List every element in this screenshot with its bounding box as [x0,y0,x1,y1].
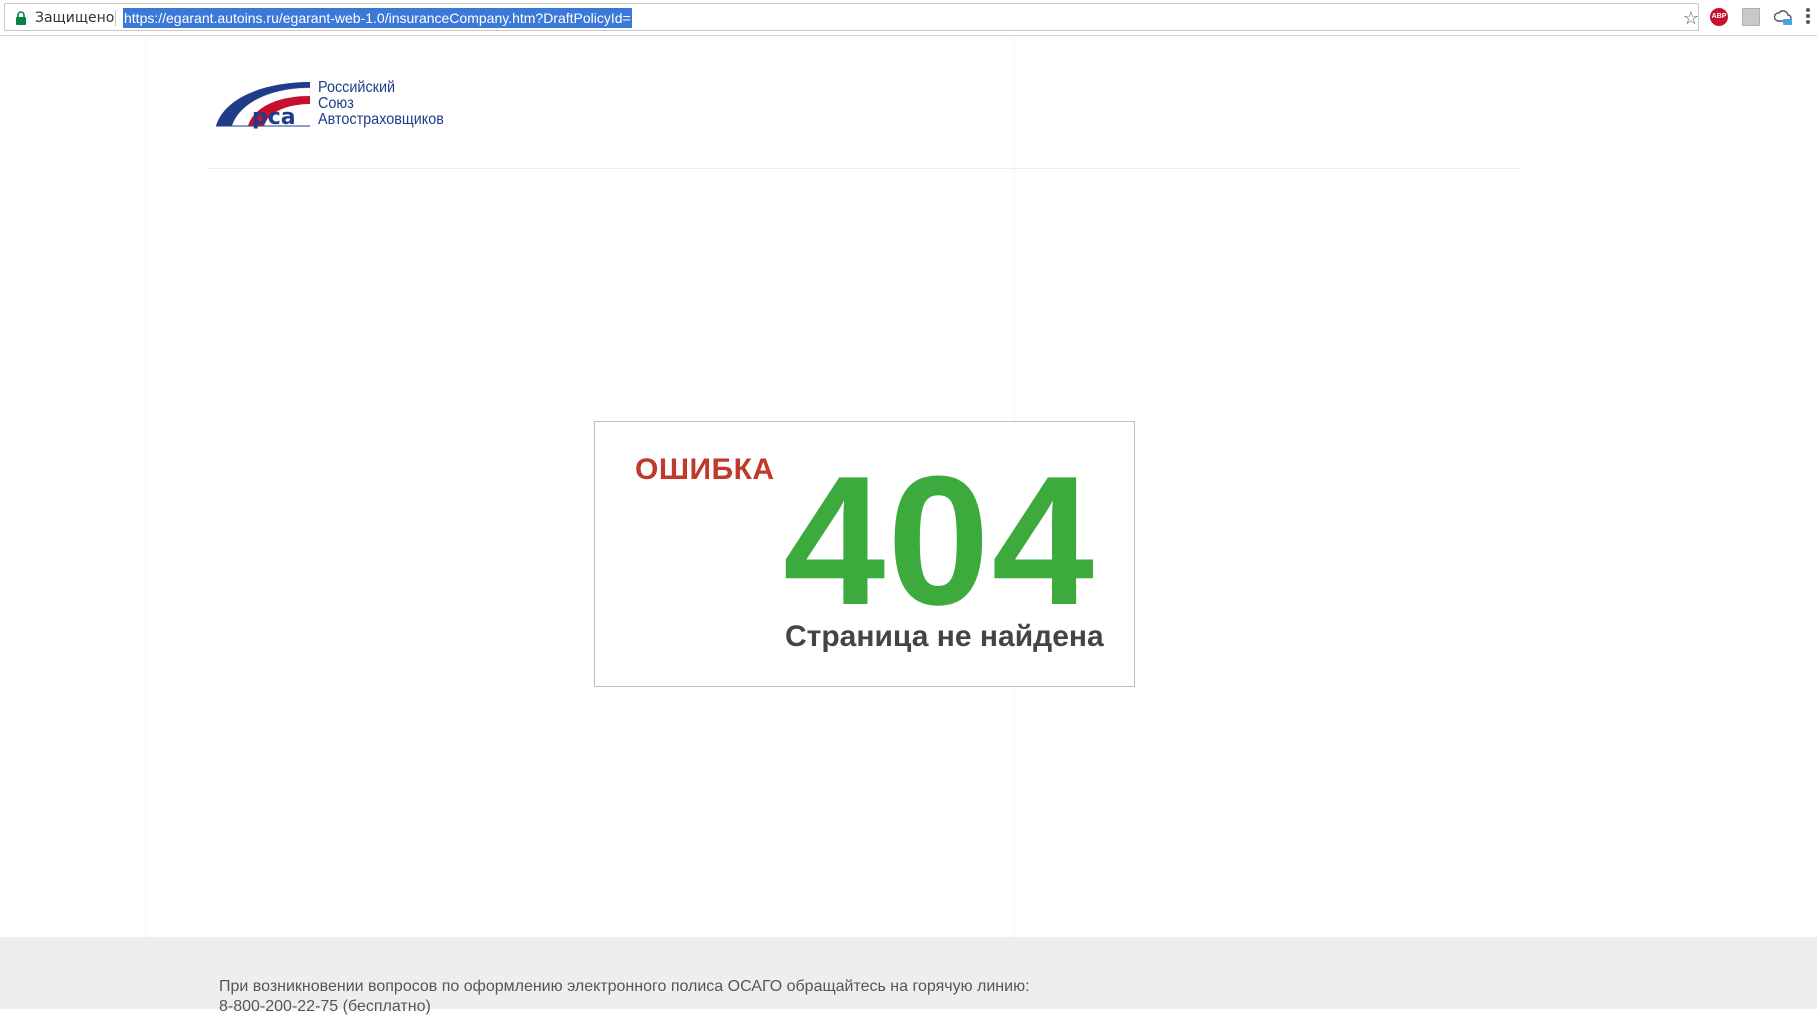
logo-line-3: Автостраховщиков [318,111,444,128]
error-message: Страница не найдена [785,620,1104,653]
error-box: ОШИБКА 404 Страница не найдена [594,421,1135,687]
url-text[interactable]: https://egarant.autoins.ru/egarant-web-1… [123,8,632,28]
adblock-icon[interactable]: ABP [1710,8,1728,26]
footer-text: При возникновении вопросов по оформлению… [219,977,1030,1017]
extension-icon[interactable] [1742,8,1760,26]
site-footer: При возникновении вопросов по оформлению… [0,937,1817,1015]
hotline-notice: При возникновении вопросов по оформлению… [219,978,1030,995]
menu-icon[interactable] [1806,7,1812,27]
browser-toolbar: Защищено https://egarant.autoins.ru/egar… [0,0,1817,36]
lock-icon [16,11,26,25]
error-code: 404 [783,437,1096,643]
star-icon[interactable]: ☆ [1682,9,1700,27]
cloud-icon[interactable] [1774,8,1792,26]
logo-line-1: Российский [318,79,396,96]
secure-label[interactable]: Защищено [35,10,114,26]
error-label: ОШИБКА [635,453,775,486]
address-bar[interactable]: Защищено https://egarant.autoins.ru/egar… [4,3,1699,31]
hotline-phone[interactable]: 8-800-200-22-75 (бесплатно) [219,997,1030,1017]
logo-line-2: Союз [318,95,354,112]
address-separator [115,10,116,26]
logo-text: Российский Союз Автостраховщиков [318,80,444,128]
site-header: рса Российский Союз Автостраховщиков [208,36,1520,169]
